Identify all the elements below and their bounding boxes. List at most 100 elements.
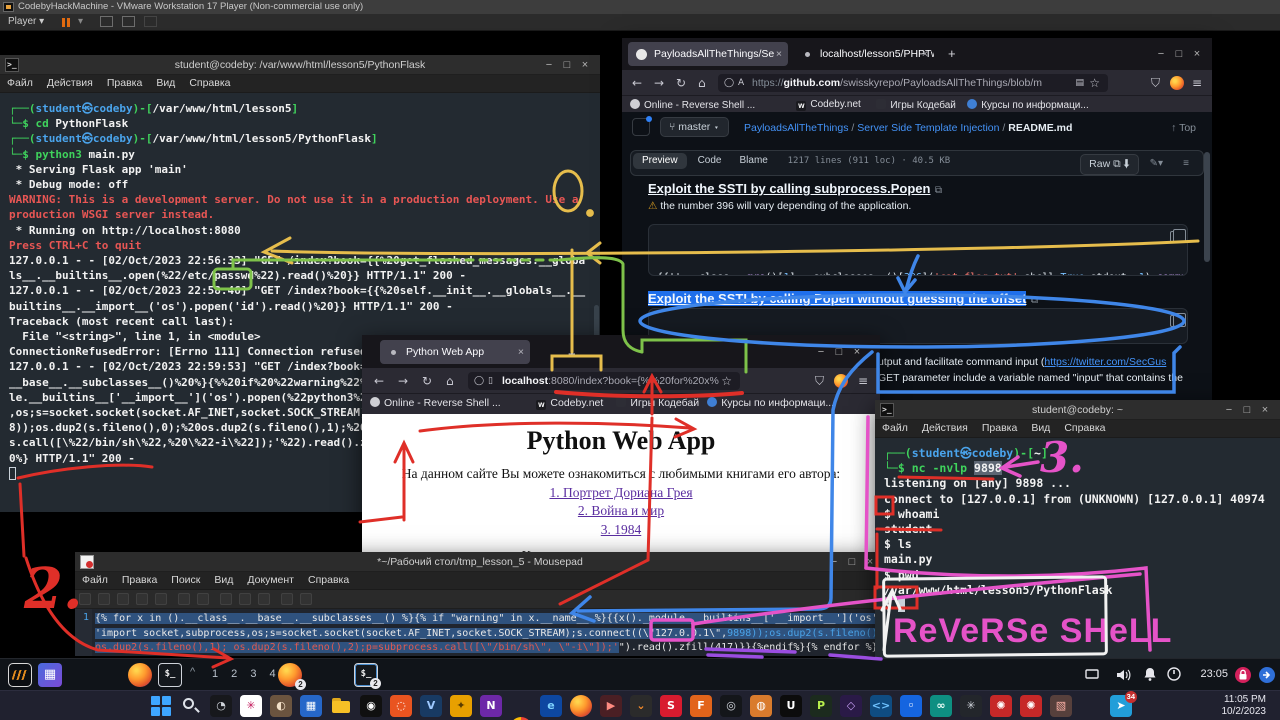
- copy-icon[interactable]: [1170, 231, 1181, 243]
- bookmark-item[interactable]: Курсы по информаци...: [967, 99, 1089, 111]
- pocket-shield-icon[interactable]: ⛉: [1151, 75, 1160, 90]
- workspace-switcher[interactable]: 1 2 3 4: [212, 668, 281, 680]
- webapp-window-controls[interactable]: −□×: [812, 342, 866, 362]
- section-heading-popen[interactable]: Exploit the SSTI by calling subprocess.P…: [648, 180, 942, 198]
- menu-item[interactable]: Документ: [240, 572, 301, 586]
- redo-icon[interactable]: [197, 593, 209, 605]
- tab-close-icon[interactable]: ×: [922, 42, 928, 66]
- terminal2-output[interactable]: ┌──(student㉿codeby)-[~]└─$ nc -nvlp 9898…: [875, 438, 1280, 662]
- task-firefox[interactable]: 2: [278, 663, 302, 687]
- maximize-icon[interactable]: □: [830, 342, 848, 362]
- minimize-icon[interactable]: −: [1220, 400, 1238, 420]
- menu-item[interactable]: Действия: [915, 420, 975, 434]
- hamburger-menu-icon[interactable]: ≡: [858, 374, 868, 388]
- bookmark-item[interactable]: Игры Кодебай: [616, 397, 699, 409]
- book-link[interactable]: 1. Портрет Дориана Грея: [362, 485, 880, 501]
- menu-item[interactable]: Вид: [149, 75, 182, 89]
- kali-logo-icon[interactable]: [8, 663, 32, 687]
- new-tab-button[interactable]: +: [948, 46, 956, 61]
- media-app-icon[interactable]: ▶: [600, 695, 622, 717]
- slack-icon[interactable]: ✳: [240, 695, 262, 717]
- search-icon[interactable]: [180, 695, 202, 717]
- mousepad-editor[interactable]: 1 {% for x in ().__class__.__base__.__su…: [75, 609, 885, 656]
- windows-clock[interactable]: 11:05 PM 10/2/2023: [1222, 694, 1267, 718]
- menu-item[interactable]: Файл: [75, 572, 115, 586]
- menu-item[interactable]: Файл: [875, 420, 915, 434]
- virtualbox-icon[interactable]: V: [420, 695, 442, 717]
- settings-red-icon[interactable]: ✺: [990, 695, 1012, 717]
- back-icon[interactable]: ←: [632, 76, 642, 90]
- close-icon[interactable]: ×: [576, 55, 594, 75]
- menu-item[interactable]: Действия: [40, 75, 100, 89]
- photos-red-icon[interactable]: ▧: [1050, 695, 1072, 717]
- back-icon[interactable]: ←: [374, 374, 384, 388]
- search-icon[interactable]: [281, 593, 293, 605]
- code-block-subprocess[interactable]: {{''.__class__.mro()[1].__subclasses__()…: [648, 224, 1188, 276]
- mousepad-window[interactable]: *~/Рабочий стол/tmp_lesson_5 - Mousepad …: [75, 552, 885, 656]
- tracking-shield-icon[interactable]: ◯: [474, 372, 484, 390]
- maps-pin-icon[interactable]: ◦: [900, 695, 922, 717]
- paste-icon[interactable]: [258, 593, 270, 605]
- new-tab-button[interactable]: +: [568, 346, 576, 361]
- tab-preview[interactable]: Preview: [633, 153, 687, 169]
- vm-clock[interactable]: 23:05: [1200, 668, 1228, 680]
- firefox-icon[interactable]: [570, 695, 592, 717]
- menu-item[interactable]: Справка: [301, 572, 356, 586]
- firefox-account-icon[interactable]: [834, 374, 848, 388]
- twitter-link[interactable]: https://twitter.com/SecGus: [1044, 356, 1166, 368]
- minimize-icon[interactable]: −: [540, 55, 558, 75]
- raw-button[interactable]: Raw ⧉ ⬇: [1080, 154, 1139, 175]
- menu-item[interactable]: Файл: [0, 75, 40, 89]
- calendar-icon[interactable]: ▦: [300, 695, 322, 717]
- bookmark-item[interactable]: Online - Reverse Shell ...: [370, 397, 501, 409]
- terminal-window-netcat[interactable]: >_ student@codeby: ~ −□× ФайлДействияПра…: [875, 400, 1280, 662]
- show-desktop-icon[interactable]: [1084, 666, 1102, 684]
- tab-blame[interactable]: Blame: [730, 151, 776, 170]
- minimize-icon[interactable]: −: [1152, 44, 1170, 64]
- bookmark-item[interactable]: wCodeby.net: [796, 99, 860, 111]
- carrot-icon[interactable]: ⌄: [630, 695, 652, 717]
- chevron-up-icon[interactable]: ^: [190, 666, 195, 678]
- save-icon[interactable]: [117, 593, 129, 605]
- bookmark-item[interactable]: Курсы по информаци...: [707, 397, 834, 409]
- copy-icon[interactable]: [239, 593, 251, 605]
- terminal2-window-controls[interactable]: −□×: [1220, 400, 1274, 420]
- pycharm-icon[interactable]: P: [810, 695, 832, 717]
- updates-icon[interactable]: [1258, 666, 1276, 684]
- onenote-icon[interactable]: N: [480, 695, 502, 717]
- pocket-shield-icon[interactable]: ⛉: [815, 373, 824, 388]
- reload-icon[interactable]: ↻: [422, 374, 432, 388]
- hamburger-menu-icon[interactable]: ≡: [1192, 76, 1202, 90]
- breadcrumb-folder[interactable]: Server Side Template Injection: [857, 122, 999, 134]
- close-icon[interactable]: ×: [1188, 44, 1206, 64]
- new-file-icon[interactable]: [79, 593, 91, 605]
- app-grid-icon[interactable]: ▦: [38, 663, 62, 687]
- shazam-icon[interactable]: S: [660, 695, 682, 717]
- tracking-shield-icon[interactable]: ◯: [724, 74, 734, 92]
- mousepad-titlebar[interactable]: *~/Рабочий стол/tmp_lesson_5 - Mousepad …: [75, 552, 885, 572]
- minimize-icon[interactable]: −: [812, 342, 830, 362]
- bookmark-item[interactable]: Online - Reverse Shell ...: [630, 99, 755, 111]
- github-scrollbar[interactable]: [1204, 152, 1210, 262]
- tab-payloadsallthethings[interactable]: PayloadsAllTheThings/Se ×: [628, 42, 788, 66]
- save-as-icon[interactable]: [136, 593, 148, 605]
- webapp-urlbar[interactable]: ◯ ▯ localhost:8080/index?book={%%20for%2…: [468, 372, 740, 390]
- send-ctrl-alt-del-button[interactable]: [100, 16, 113, 27]
- ubuntu-icon[interactable]: ◌: [390, 695, 412, 717]
- minimize-icon[interactable]: −: [825, 552, 843, 572]
- github-urlbar[interactable]: ◯ A https://github.com/swisskyrepo/Paylo…: [718, 74, 1108, 92]
- firefox-account-icon[interactable]: [1170, 76, 1184, 90]
- menu-item[interactable]: Правка: [975, 420, 1024, 434]
- replace-icon[interactable]: [300, 593, 312, 605]
- cut-icon[interactable]: [220, 593, 232, 605]
- notion-icon[interactable]: ◉: [360, 695, 382, 717]
- obs-icon[interactable]: ◎: [720, 695, 742, 717]
- terminal-launcher-icon[interactable]: $_: [158, 663, 182, 687]
- firefox-launcher-icon[interactable]: [128, 663, 152, 687]
- terminal1-titlebar[interactable]: >_ student@codeby: /var/www/html/lesson5…: [0, 55, 600, 75]
- outline-icon[interactable]: ≡: [1183, 158, 1189, 169]
- tab-close-icon[interactable]: ×: [518, 340, 524, 364]
- unreal-icon[interactable]: U: [780, 695, 802, 717]
- open-file-icon[interactable]: [98, 593, 110, 605]
- menu-item[interactable]: Поиск: [164, 572, 207, 586]
